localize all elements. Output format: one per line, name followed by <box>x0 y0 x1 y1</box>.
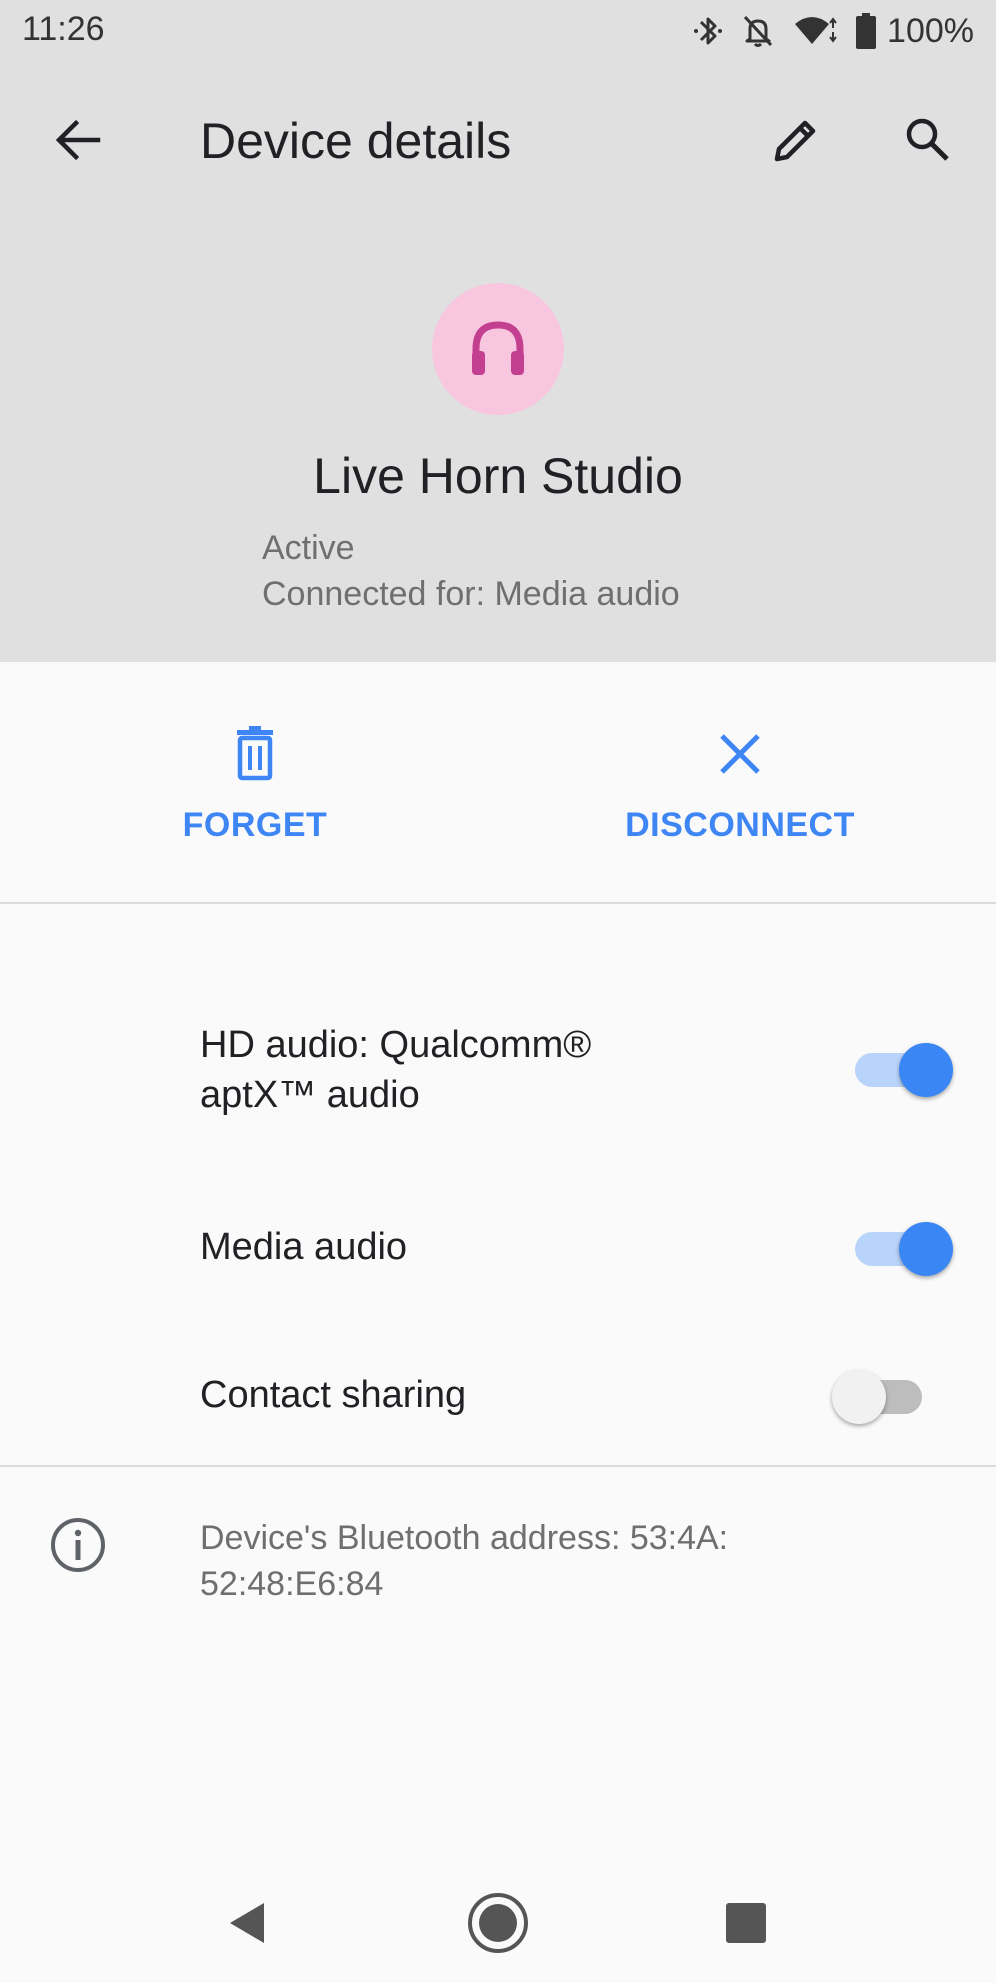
hd-audio-label-line1: HD audio: Qualcomm® <box>200 1024 592 1066</box>
battery-icon <box>855 12 877 50</box>
nav-home-icon <box>468 1893 528 1953</box>
search-icon <box>906 118 949 161</box>
status-bar: 11:26 100% <box>0 0 996 62</box>
bluetooth-address-line2: 52:48:E6:84 <box>200 1565 384 1603</box>
close-icon <box>720 734 760 774</box>
device-actions: FORGET DISCONNECT <box>0 662 996 902</box>
bluetooth-address-line1: Device's Bluetooth address: 53:4A: <box>200 1519 729 1557</box>
nav-home-button[interactable] <box>458 1883 538 1963</box>
hd-audio-row[interactable]: HD audio: Qualcomm® aptX™ audio <box>0 1010 996 1130</box>
back-button[interactable] <box>38 100 118 180</box>
nav-back-icon <box>230 1903 264 1943</box>
bluetooth-address: Device's Bluetooth address: 53:4A: 52:48… <box>200 1515 850 1607</box>
forget-label: FORGET <box>182 806 328 844</box>
wifi-icon <box>793 14 837 48</box>
hd-audio-label-line2: aptX™ audio <box>200 1074 420 1116</box>
hd-audio-toggle[interactable] <box>855 1039 953 1099</box>
device-status: Active Connected for: Media audio <box>262 525 680 617</box>
nav-recents-icon <box>726 1903 766 1943</box>
notifications-off-icon <box>741 13 775 49</box>
media-audio-toggle[interactable] <box>855 1218 953 1278</box>
edit-pencil-icon <box>774 120 816 162</box>
contact-sharing-label: Contact sharing <box>200 1374 467 1416</box>
device-active-status: Active <box>262 529 355 567</box>
contact-sharing-row[interactable]: Contact sharing <box>0 1358 996 1448</box>
battery-percentage: 100% <box>887 11 974 50</box>
nav-back-button[interactable] <box>206 1883 286 1963</box>
hd-audio-label: HD audio: Qualcomm® aptX™ audio <box>200 1020 591 1120</box>
device-header: Device details Live Horn Studio Active C… <box>0 62 996 662</box>
disconnect-button[interactable]: DISCONNECT <box>590 722 890 845</box>
divider <box>0 902 996 904</box>
disconnect-label: DISCONNECT <box>625 806 855 844</box>
media-audio-label: Media audio <box>200 1226 408 1268</box>
forget-button[interactable]: FORGET <box>155 722 355 845</box>
device-avatar <box>432 283 564 415</box>
device-connected-for: Connected for: Media audio <box>262 575 680 613</box>
navigation-bar <box>0 1853 996 1983</box>
nav-recents-button[interactable] <box>706 1883 786 1963</box>
device-name: Live Horn Studio <box>313 448 683 504</box>
page-title: Device details <box>200 113 512 169</box>
back-arrow-icon <box>55 119 101 161</box>
bluetooth-icon <box>693 13 723 49</box>
trash-icon <box>237 726 273 781</box>
status-time: 11:26 <box>22 10 105 48</box>
info-icon <box>51 1518 105 1572</box>
headphones-icon <box>472 321 524 375</box>
media-audio-row[interactable]: Media audio <box>0 1210 996 1300</box>
status-icons: 100% <box>693 8 974 54</box>
divider <box>0 1465 996 1467</box>
search-button[interactable] <box>888 100 968 180</box>
edit-button[interactable] <box>756 100 836 180</box>
contact-sharing-toggle[interactable] <box>832 1366 924 1426</box>
